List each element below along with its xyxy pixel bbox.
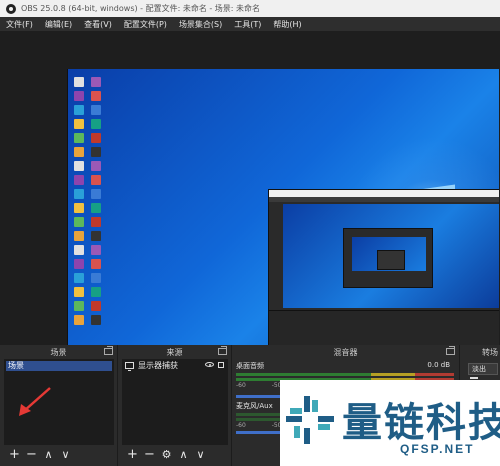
transition-select[interactable]: 淡出: [468, 363, 498, 375]
monitor-icon: [125, 361, 134, 371]
desktop-icon: [91, 105, 101, 115]
transitions-title: 转场: [482, 347, 498, 357]
move-source-down-button[interactable]: ∨: [194, 448, 207, 462]
desktop-icon: [91, 161, 101, 171]
meter-tick-label: -60: [236, 382, 246, 389]
desktop-icon: [91, 91, 101, 101]
desktop-icon: [91, 301, 101, 311]
brand-url: QFSP.NET: [400, 442, 475, 456]
remove-scene-button[interactable]: −: [25, 448, 38, 462]
desktop-icon: [91, 77, 101, 87]
sources-title: 来源: [166, 347, 183, 357]
move-scene-up-button[interactable]: ∧: [42, 448, 55, 462]
menu-file[interactable]: 文件(F): [6, 19, 33, 30]
desktop-icon: [91, 231, 101, 241]
move-source-up-button[interactable]: ∧: [177, 448, 190, 462]
menu-help[interactable]: 帮助(H): [273, 19, 301, 30]
menu-tools[interactable]: 工具(T): [234, 19, 261, 30]
desktop-icon: [91, 273, 101, 283]
desktop-icon: [74, 133, 84, 143]
source-settings-gear-icon[interactable]: ⚙: [160, 448, 173, 462]
move-scene-down-button[interactable]: ∨: [59, 448, 72, 462]
desktop-icon: [91, 175, 101, 185]
desktop-icon: [91, 133, 101, 143]
desktop-icon: [74, 175, 84, 185]
captured-desktop: [67, 69, 499, 375]
undock-icon[interactable]: [218, 346, 227, 355]
desktop-icon: [74, 91, 84, 101]
menu-view[interactable]: 查看(V): [84, 19, 112, 30]
menu-bar: 文件(F) 编辑(E) 查看(V) 配置文件(P) 场景集合(S) 工具(T) …: [0, 17, 500, 32]
window-title: OBS 25.0.8 (64-bit, windows) - 配置文件: 未命名…: [21, 4, 261, 13]
remove-source-button[interactable]: −: [143, 448, 156, 462]
scene-item[interactable]: 场景: [6, 361, 112, 371]
channel-name: 麦克风/Aux: [236, 402, 273, 410]
desktop-icon: [74, 105, 84, 115]
sources-list[interactable]: 显示器捕获: [122, 359, 228, 445]
red-arrow-annotation: [19, 387, 51, 416]
menu-scene-collection[interactable]: 场景集合(S): [179, 19, 222, 30]
volume-meter: [236, 373, 454, 376]
nested-obs-window: [268, 189, 499, 348]
desktop-icon: [74, 189, 84, 199]
undock-icon[interactable]: [104, 346, 113, 355]
desktop-icons: [74, 77, 101, 325]
scenes-title: 场景: [50, 347, 67, 357]
add-source-button[interactable]: +: [126, 448, 139, 462]
desktop-icon: [74, 231, 84, 241]
desktop-icon: [74, 259, 84, 269]
add-scene-button[interactable]: +: [8, 448, 21, 462]
desktop-icon: [74, 315, 84, 325]
mixer-title: 混音器: [333, 347, 358, 357]
desktop-icon: [91, 217, 101, 227]
desktop-icon: [91, 245, 101, 255]
desktop-icon: [74, 217, 84, 227]
add-transition-icon[interactable]: [470, 377, 478, 379]
menu-edit[interactable]: 编辑(E): [45, 19, 72, 30]
sources-dock: 来源 显示器捕获 + − ⚙ ∧ ∨: [118, 345, 232, 466]
desktop-icon: [91, 203, 101, 213]
source-item[interactable]: 显示器捕获: [122, 359, 228, 371]
desktop-icon: [74, 119, 84, 129]
desktop-icon: [74, 245, 84, 255]
visibility-eye-icon[interactable]: [205, 362, 214, 367]
desktop-icon: [91, 287, 101, 297]
title-bar: OBS 25.0.8 (64-bit, windows) - 配置文件: 未命名…: [0, 0, 500, 17]
lock-icon[interactable]: [218, 362, 224, 368]
desktop-icon: [91, 119, 101, 129]
desktop-icon: [74, 287, 84, 297]
meter-tick-label: -60: [236, 422, 246, 429]
desktop-icon: [74, 147, 84, 157]
undock-icon[interactable]: [446, 346, 455, 355]
desktop-icon: [74, 273, 84, 283]
desktop-icon: [91, 259, 101, 269]
preview-area[interactable]: [0, 32, 500, 375]
desktop-icon: [91, 315, 101, 325]
brand-logo-icon: [286, 396, 334, 444]
desktop-icon: [74, 161, 84, 171]
desktop-icon: [74, 203, 84, 213]
watermark: 量链科技 QFSP.NET: [280, 380, 500, 466]
obs-logo-icon: [6, 3, 16, 14]
channel-db: 0.0 dB: [427, 361, 450, 369]
desktop-icon: [74, 301, 84, 311]
brand-text: 量链科技: [342, 400, 500, 446]
menu-profile[interactable]: 配置文件(P): [124, 19, 167, 30]
desktop-icon: [91, 189, 101, 199]
desktop-icon: [91, 147, 101, 157]
desktop-icon: [74, 77, 84, 87]
channel-name: 桌面音频: [236, 362, 264, 370]
